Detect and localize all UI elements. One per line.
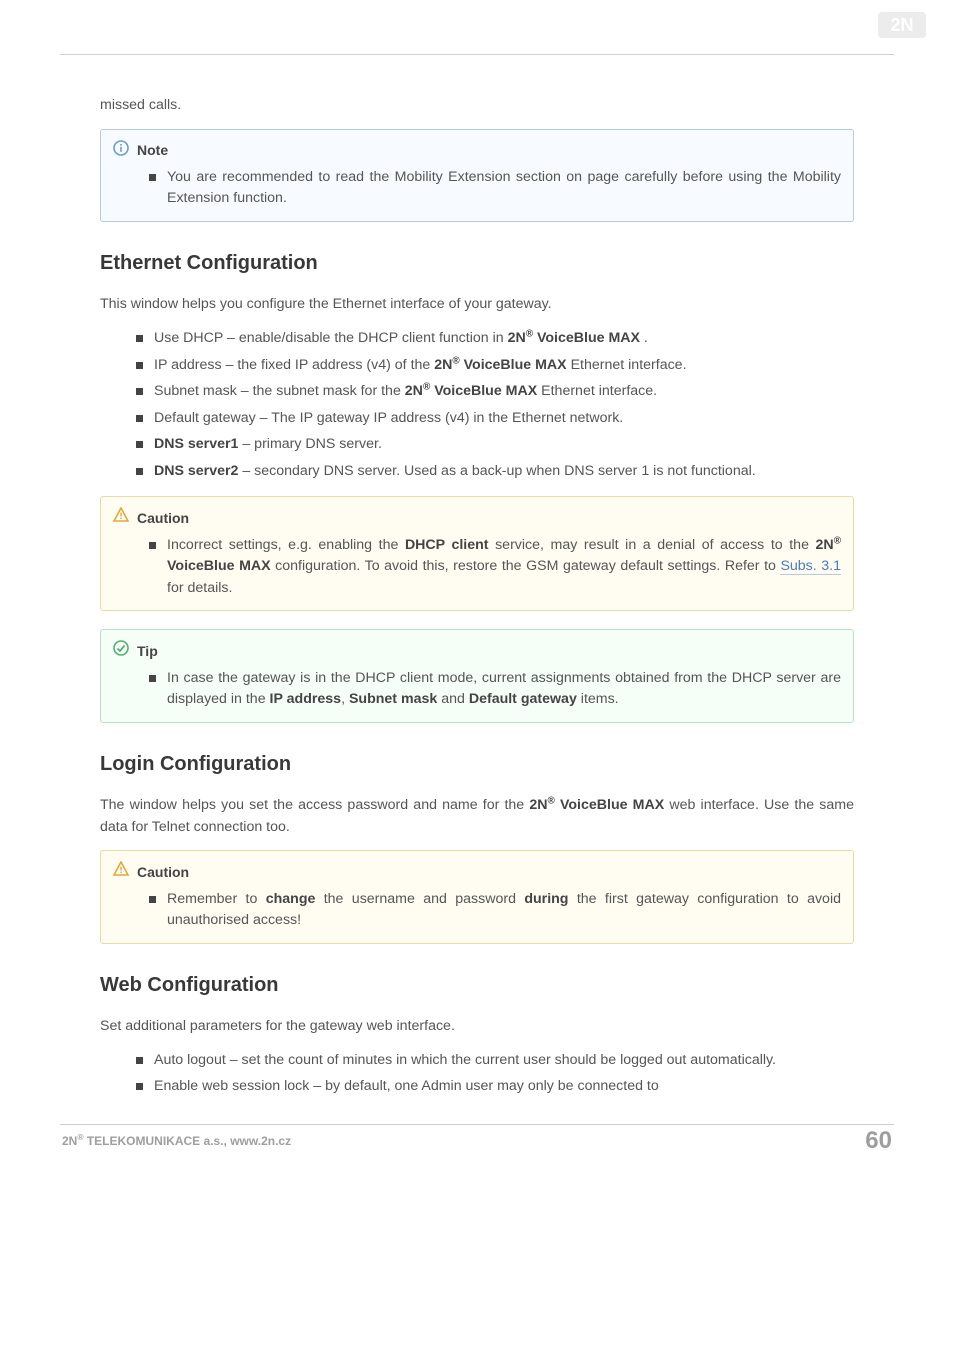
info-icon — [113, 140, 129, 162]
caution-callout-2: Caution Remember to change the username … — [100, 850, 854, 943]
web-config-intro: Set additional parameters for the gatewa… — [100, 1016, 854, 1038]
eth-item-dhcp: Use DHCP – enable/disable the DHCP clien… — [136, 328, 854, 350]
caution-title: Caution — [137, 508, 189, 529]
note-title: Note — [137, 140, 168, 161]
warning-icon — [113, 507, 129, 529]
subs-3-1-link[interactable]: Subs. 3.1 — [780, 558, 841, 575]
footer-company: 2N® TELEKOMUNIKACE a.s., www.2n.cz — [62, 1134, 291, 1148]
note-callout: Note You are recommended to read the Mob… — [100, 129, 854, 222]
warning-icon — [113, 861, 129, 883]
eth-item-dns2: DNS server2 – secondary DNS server. Used… — [136, 461, 854, 483]
caution-item: Incorrect settings, e.g. enabling the DH… — [149, 535, 841, 600]
caution-callout-1: Caution Incorrect settings, e.g. enablin… — [100, 496, 854, 611]
eth-item-subnet: Subnet mask – the subnet mask for the 2N… — [136, 381, 854, 403]
caution-item-2: Remember to change the username and pass… — [149, 889, 841, 932]
tip-title: Tip — [137, 641, 158, 662]
caution-title-2: Caution — [137, 862, 189, 883]
tip-item: In case the gateway is in the DHCP clien… — [149, 668, 841, 711]
brand-logo-2n: 2N — [878, 12, 926, 43]
web-item-auto-logout: Auto logout – set the count of minutes i… — [136, 1050, 854, 1072]
tip-heading: Tip — [113, 640, 841, 662]
login-config-intro: The window helps you set the access pass… — [100, 795, 854, 838]
web-item-session-lock: Enable web session lock – by default, on… — [136, 1076, 854, 1098]
note-item: You are recommended to read the Mobility… — [149, 167, 841, 210]
caution-heading: Caution — [113, 507, 841, 529]
footer-divider — [60, 1124, 894, 1125]
login-config-heading: Login Configuration — [100, 749, 854, 779]
ethernet-config-heading: Ethernet Configuration — [100, 248, 854, 278]
note-heading: Note — [113, 140, 841, 162]
eth-item-gateway: Default gateway – The IP gateway IP addr… — [136, 408, 854, 430]
page-footer: 2N® TELEKOMUNIKACE a.s., www.2n.cz 60 — [60, 1127, 894, 1169]
intro-text: missed calls. — [100, 95, 854, 117]
page-number: 60 — [865, 1127, 892, 1155]
ethernet-config-intro: This window helps you configure the Ethe… — [100, 294, 854, 316]
tip-callout: Tip In case the gateway is in the DHCP c… — [100, 629, 854, 722]
eth-item-dns1: DNS server1 – primary DNS server. — [136, 434, 854, 456]
web-config-heading: Web Configuration — [100, 970, 854, 1000]
caution-heading-2: Caution — [113, 861, 841, 883]
check-icon — [113, 640, 129, 662]
eth-item-ip: IP address – the fixed IP address (v4) o… — [136, 355, 854, 377]
svg-text:2N: 2N — [890, 15, 913, 35]
